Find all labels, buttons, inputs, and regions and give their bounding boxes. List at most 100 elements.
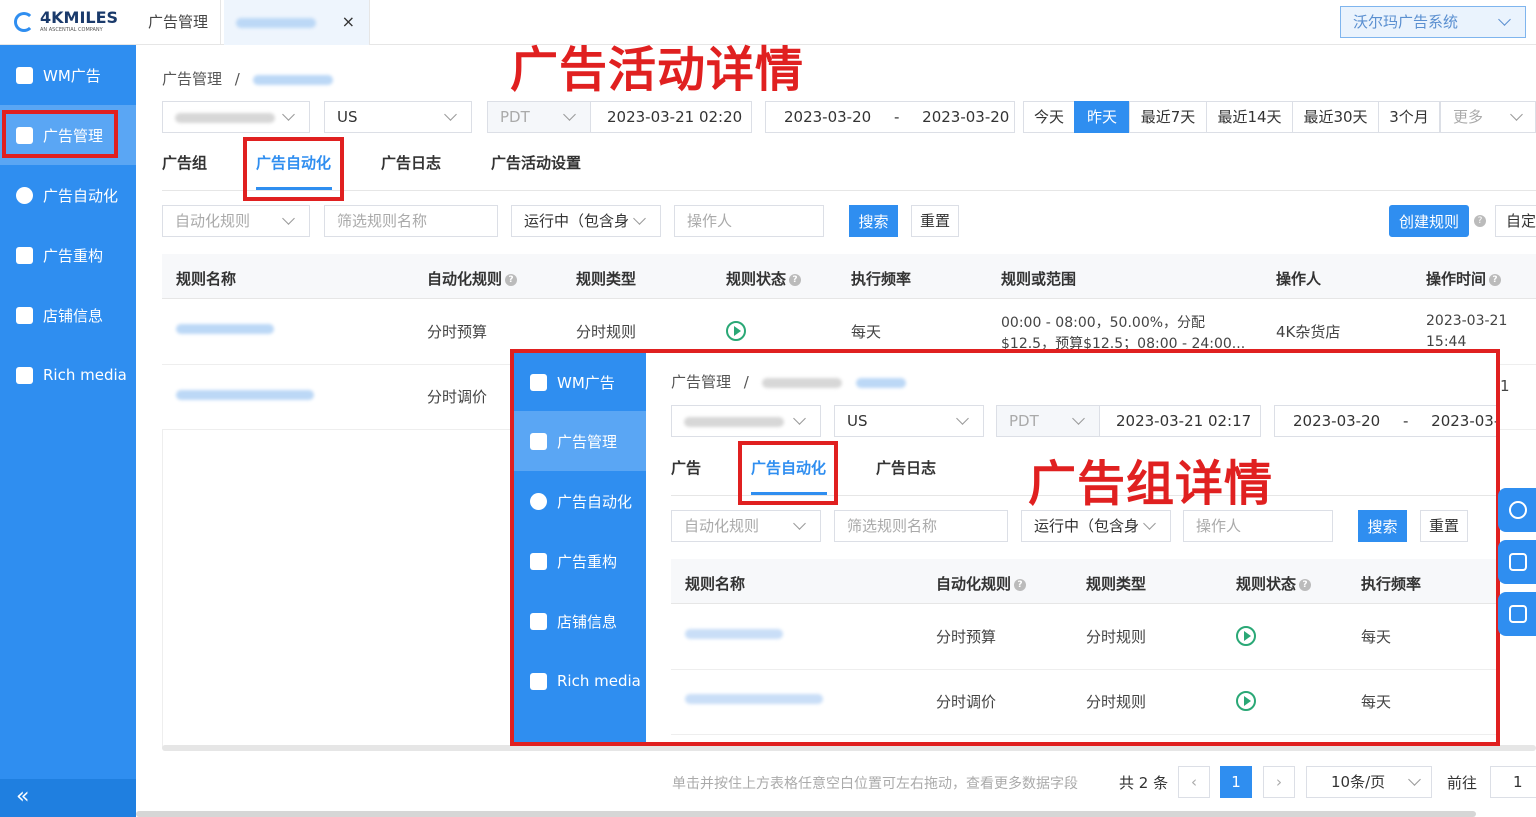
quick-30days[interactable]: 最近30天 (1292, 101, 1379, 133)
redacted-campaign-name[interactable] (761, 377, 842, 388)
help-icon[interactable]: ? (1489, 273, 1502, 286)
date-end: 2023-03-20 (922, 108, 1010, 126)
rule-name-placeholder: 筛选规则名称 (337, 212, 428, 230)
task-button[interactable] (1498, 592, 1536, 636)
col-rule-status: 规则状态? (726, 268, 802, 289)
inset-sidebar-item-ad-automation[interactable]: 广告自动化 (514, 471, 646, 531)
chevron-down-icon (793, 412, 806, 425)
status-select[interactable]: 运行中（包含身 (511, 205, 661, 237)
inset-subtab-ad-logs[interactable]: 广告日志 (876, 457, 936, 478)
running-status-icon[interactable] (1236, 691, 1256, 711)
create-rule-button[interactable]: 创建规则 (1389, 205, 1469, 237)
inset-breadcrumb: 广告管理 / (671, 371, 907, 392)
automation-rule-select[interactable]: 自动化规则 (162, 205, 310, 237)
date-separator: - (893, 108, 900, 126)
more-select[interactable]: 更多 (1440, 101, 1536, 133)
collapse-sidebar-button[interactable]: « (0, 779, 136, 817)
breadcrumb-root[interactable]: 广告管理 (162, 70, 222, 88)
help-icon[interactable]: ? (1299, 578, 1312, 591)
inset-status-select[interactable]: 运行中（包含身 (1021, 510, 1171, 542)
search-button[interactable]: 搜索 (849, 205, 898, 237)
redacted-account (175, 112, 275, 123)
annotation-campaign-detail: 广告活动详情 (510, 42, 805, 98)
inset-account-select[interactable] (671, 405, 821, 437)
system-select[interactable]: 沃尔玛广告系统 (1340, 6, 1526, 38)
custom-columns-button[interactable]: 自定 (1495, 205, 1536, 237)
next-page-button[interactable]: › (1263, 766, 1295, 798)
quick-7days[interactable]: 最近7天 (1129, 101, 1207, 133)
goto-page-input[interactable]: 1 (1490, 766, 1536, 798)
inset-subtab-ads[interactable]: 广告 (671, 457, 701, 478)
running-status-icon[interactable] (1236, 626, 1256, 646)
sidebar-item-label: 广告自动化 (43, 186, 119, 205)
country-select[interactable]: US (324, 101, 472, 133)
help-icon[interactable]: ? (1014, 578, 1027, 591)
operator-input[interactable]: 操作人 (674, 205, 824, 237)
inset-sidebar-item-store-info[interactable]: 店铺信息 (514, 591, 646, 651)
logo-icon (14, 12, 34, 32)
page-1-button[interactable]: 1 (1220, 766, 1252, 798)
redacted-rule-name[interactable] (176, 390, 314, 400)
inset-operator-input[interactable]: 操作人 (1183, 510, 1333, 542)
document-icon (530, 373, 547, 391)
help-icon[interactable]: ? (505, 273, 518, 286)
redacted-tab-name (236, 18, 316, 28)
inset-automation-rule-select[interactable]: 自动化规则 (671, 510, 821, 542)
cell-operate-time: 1 (1500, 377, 1510, 395)
close-icon[interactable]: × (342, 12, 355, 31)
chevron-down-icon (563, 108, 576, 121)
tab-campaign[interactable]: × (224, 0, 370, 45)
inset-sidebar-item-ad-rebuild[interactable]: 广告重构 (514, 531, 646, 591)
timezone-value: PDT (1009, 412, 1039, 430)
col-operate-time-label: 操作时间 (1426, 270, 1487, 288)
inset-sidebar-item-wm-ads[interactable]: WM广告 (514, 353, 646, 411)
inset-sidebar-item-rich-media[interactable]: Rich media (514, 651, 646, 711)
date-range-picker[interactable]: 2023-03-20 - 2023-03-20 (765, 101, 1015, 133)
quick-today[interactable]: 今天 (1023, 101, 1075, 133)
timezone-select[interactable]: PDT (487, 101, 591, 133)
customer-service-button[interactable] (1498, 488, 1536, 532)
guide-button[interactable] (1498, 540, 1536, 584)
cell-rule-type: 分时规则 (576, 323, 637, 341)
inset-sidebar-item-ad-management[interactable]: 广告管理 (514, 411, 646, 471)
sidebar-item-ad-rebuild[interactable]: 广告重构 (0, 225, 136, 285)
help-icon[interactable]: ? (789, 273, 802, 286)
tab-ad-management[interactable]: 广告管理 (136, 0, 222, 45)
bag-icon (16, 366, 33, 384)
inset-country-select[interactable]: US (834, 405, 984, 437)
inset-date-range-picker[interactable]: 2023-03-20 - 2023-03-2 (1274, 405, 1496, 437)
logo[interactable]: 4KMILES AN ASCENTIAL COMPANY (0, 0, 136, 45)
subtab-ad-logs[interactable]: 广告日志 (381, 152, 441, 173)
subtab-ad-groups[interactable]: 广告组 (162, 152, 207, 173)
inset-rule-name-input[interactable]: 筛选规则名称 (834, 510, 1008, 542)
redacted-rule-name[interactable] (176, 324, 274, 334)
running-status-icon[interactable] (726, 321, 746, 341)
inset-reset-button[interactable]: 重置 (1420, 510, 1468, 542)
sidebar-item-ad-automation[interactable]: 广告自动化 (0, 165, 136, 225)
breadcrumb-root[interactable]: 广告管理 (671, 373, 731, 391)
quick-yesterday[interactable]: 昨天 (1074, 101, 1130, 133)
reset-button[interactable]: 重置 (911, 205, 959, 237)
quick-14days[interactable]: 最近14天 (1206, 101, 1293, 133)
redacted-campaign-name[interactable] (252, 74, 333, 85)
help-icon[interactable]: ? (1474, 215, 1486, 227)
sidebar-item-rich-media[interactable]: Rich media (0, 345, 136, 405)
goto-label: 前往 (1447, 774, 1478, 792)
page-horizontal-scrollbar[interactable] (136, 811, 1476, 817)
col-automation-rule: 自动化规则? (427, 268, 518, 289)
redacted-rule-name[interactable] (685, 694, 823, 704)
col-frequency: 执行频率 (851, 270, 912, 288)
inset-timezone-select[interactable]: PDT (996, 405, 1100, 437)
sidebar-item-label: WM广告 (43, 66, 101, 85)
inset-search-button[interactable]: 搜索 (1358, 510, 1407, 542)
page-size-select[interactable]: 10条/页 (1306, 766, 1432, 798)
sidebar-item-store-info[interactable]: 店铺信息 (0, 285, 136, 345)
subtab-campaign-settings[interactable]: 广告活动设置 (491, 152, 581, 173)
sidebar-item-wm-ads[interactable]: WM广告 (0, 45, 136, 105)
rule-name-input[interactable]: 筛选规则名称 (324, 205, 498, 237)
status-value: 运行中（包含身 (524, 212, 630, 230)
prev-page-button[interactable]: ‹ (1178, 766, 1210, 798)
quick-3months[interactable]: 3个月 (1378, 101, 1440, 133)
redacted-rule-name[interactable] (685, 629, 783, 639)
account-select[interactable] (162, 101, 310, 133)
